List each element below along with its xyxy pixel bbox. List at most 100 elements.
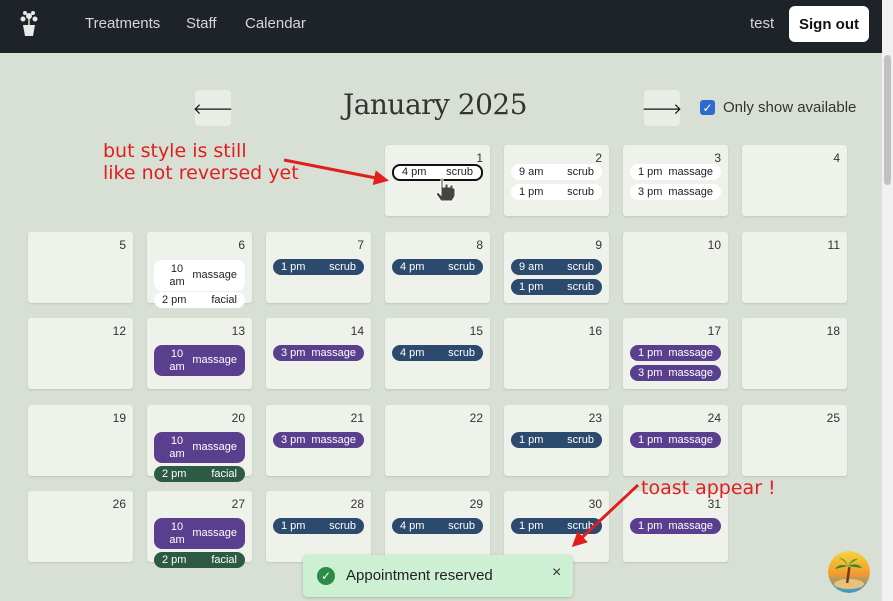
day-cell-29[interactable]: 29 4 pm scrub	[385, 491, 490, 562]
annotation-arrow-style	[283, 158, 389, 186]
day-cell-25[interactable]: 25	[742, 405, 847, 476]
slot-27-0[interactable]: 10 am massage	[154, 518, 245, 549]
plant-pot-logo-icon[interactable]	[14, 8, 44, 38]
slot-17-1[interactable]: 3 pm massage	[630, 365, 721, 381]
only-available-label: Only show available	[723, 99, 857, 116]
day-cell-18[interactable]: 18	[742, 318, 847, 389]
next-month-button[interactable]: 🡒	[642, 90, 682, 126]
slot-6-0[interactable]: 10 am massage	[154, 260, 245, 291]
tropical-island-avatar-icon[interactable]	[828, 551, 870, 593]
day-cell-5[interactable]: 5	[28, 232, 133, 303]
slot-service: massage	[668, 165, 713, 178]
slot-20-0[interactable]: 10 am massage	[154, 432, 245, 463]
day-cell-12[interactable]: 12	[28, 318, 133, 389]
day-cell-24[interactable]: 24 1 pm massage	[623, 405, 728, 476]
day-cell-9[interactable]: 9 9 am scrub 1 pm scrub	[504, 232, 609, 303]
slot-2-0[interactable]: 9 am scrub	[511, 164, 602, 180]
day-number: 30	[588, 497, 602, 511]
slot-time: 1 pm	[638, 519, 663, 532]
slot-7-0[interactable]: 1 pm scrub	[273, 259, 364, 275]
day-cell-26[interactable]: 26	[28, 491, 133, 562]
slot-13-0[interactable]: 10 am massage	[154, 345, 245, 376]
day-cell-27[interactable]: 27 10 am massage 2 pm facial	[147, 491, 252, 568]
slot-30-0[interactable]: 1 pm scrub	[511, 518, 602, 534]
prev-month-button[interactable]: 🡐	[192, 90, 234, 126]
slot-time: 2 pm	[162, 293, 187, 306]
annotation-line: but style is still	[103, 140, 247, 162]
slot-time: 3 pm	[281, 433, 306, 446]
slot-15-0[interactable]: 4 pm scrub	[392, 345, 483, 361]
day-cell-17[interactable]: 17 1 pm massage 3 pm massage	[623, 318, 728, 389]
day-cell-8[interactable]: 8 4 pm scrub	[385, 232, 490, 303]
slot-service: massage	[192, 441, 237, 453]
nav-treatments[interactable]: Treatments	[85, 15, 160, 32]
day-cell-7[interactable]: 7 1 pm scrub	[266, 232, 371, 303]
slot-3-1[interactable]: 3 pm massage	[630, 184, 721, 200]
slot-31-0[interactable]: 1 pm massage	[630, 518, 721, 534]
slot-9-1[interactable]: 1 pm scrub	[511, 279, 602, 295]
close-icon[interactable]: ×	[552, 564, 561, 582]
scrollbar-thumb[interactable]	[884, 55, 891, 185]
day-cell-19[interactable]: 19	[28, 405, 133, 476]
slot-21-0[interactable]: 3 pm massage	[273, 432, 364, 448]
slot-service: scrub	[448, 346, 475, 359]
day-cell-15[interactable]: 15 4 pm scrub	[385, 318, 490, 389]
sign-out-button[interactable]: Sign out	[789, 6, 869, 42]
nav-staff[interactable]: Staff	[186, 15, 217, 32]
day-cell-4[interactable]: 4	[742, 145, 847, 216]
slot-23-0[interactable]: 1 pm scrub	[511, 432, 602, 448]
day-cell-6[interactable]: 6 10 am massage 2 pm facial	[147, 232, 252, 308]
success-toast: ✓ Appointment reserved ×	[303, 555, 573, 597]
day-number: 26	[112, 497, 126, 511]
slot-14-0[interactable]: 3 pm massage	[273, 345, 364, 361]
slot-29-0[interactable]: 4 pm scrub	[392, 518, 483, 534]
slot-2-1[interactable]: 1 pm scrub	[511, 184, 602, 200]
page-scrollbar[interactable]	[882, 0, 893, 601]
day-cell-30[interactable]: 30 1 pm scrub	[504, 491, 609, 562]
day-cell-21[interactable]: 21 3 pm massage	[266, 405, 371, 476]
arrow-left-icon: 🡐	[192, 100, 234, 118]
nav-calendar[interactable]: Calendar	[245, 15, 306, 32]
slot-service: massage	[311, 346, 356, 359]
slot-time: 1 pm	[519, 185, 544, 198]
day-number: 14	[350, 324, 364, 338]
month-title: January 2025	[342, 88, 528, 121]
day-cell-16[interactable]: 16	[504, 318, 609, 389]
slot-20-1[interactable]: 2 pm facial	[154, 466, 245, 482]
slot-3-0[interactable]: 1 pm massage	[630, 164, 721, 180]
day-cell-10[interactable]: 10	[623, 232, 728, 303]
slot-24-0[interactable]: 1 pm massage	[630, 432, 721, 448]
slot-service: massage	[668, 185, 713, 198]
day-number: 6	[238, 238, 245, 252]
day-cell-31[interactable]: 31 1 pm massage	[623, 491, 728, 562]
day-cell-11[interactable]: 11	[742, 232, 847, 303]
day-cell-13[interactable]: 13 10 am massage	[147, 318, 252, 389]
day-number: 8	[476, 238, 483, 252]
day-cell-2[interactable]: 2 9 am scrub 1 pm scrub	[504, 145, 609, 216]
day-cell-22[interactable]: 22	[385, 405, 490, 476]
day-cell-14[interactable]: 14 3 pm massage	[266, 318, 371, 389]
slot-service: scrub	[567, 433, 594, 446]
slot-17-0[interactable]: 1 pm massage	[630, 345, 721, 361]
only-available-checkbox[interactable]: ✓	[700, 100, 715, 115]
slot-service: scrub	[329, 519, 356, 532]
day-cell-23[interactable]: 23 1 pm scrub	[504, 405, 609, 476]
slot-service: scrub	[567, 165, 594, 178]
day-number: 2	[595, 151, 602, 165]
day-number: 21	[350, 411, 364, 425]
day-cell-20[interactable]: 20 10 am massage 2 pm facial	[147, 405, 252, 482]
day-cell-1[interactable]: 1 4 pm scrub	[385, 145, 490, 216]
slot-service: massage	[668, 519, 713, 532]
day-cell-3[interactable]: 3 1 pm massage 3 pm massage	[623, 145, 728, 216]
slot-28-0[interactable]: 1 pm scrub	[273, 518, 364, 534]
slot-9-0[interactable]: 9 am scrub	[511, 259, 602, 275]
day-number: 16	[588, 324, 602, 338]
slot-service: massage	[311, 433, 356, 446]
day-cell-28[interactable]: 28 1 pm scrub	[266, 491, 371, 562]
slot-1-0[interactable]: 4 pm scrub	[392, 164, 483, 181]
slot-27-1[interactable]: 2 pm facial	[154, 552, 245, 568]
slot-service: massage	[192, 354, 237, 366]
slot-8-0[interactable]: 4 pm scrub	[392, 259, 483, 275]
slot-service: massage	[668, 366, 713, 379]
slot-6-1[interactable]: 2 pm facial	[154, 292, 245, 308]
